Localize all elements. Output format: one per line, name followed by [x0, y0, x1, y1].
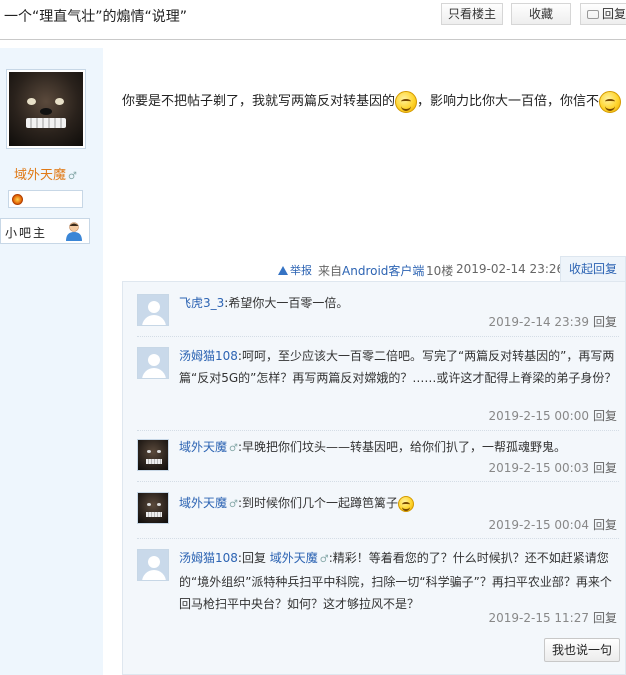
post-date: 2019-02-14 23:26 [456, 262, 565, 276]
comment-meta: 2019-2-15 00:03 回复 [488, 459, 617, 476]
smiley-icon [599, 90, 622, 113]
comment-body: :到时候你们几个一起蹲笆篱子 [237, 496, 399, 510]
only-op-button[interactable]: 只看楼主 [441, 3, 503, 25]
dog-avatar-image [9, 72, 83, 146]
comment-body: :呵呵，至少应该大一百零二倍吧。写完了“两篇反对转基因的”，再写两篇“反对5G的… [179, 349, 617, 385]
comment-author[interactable]: 域外天魔 [179, 440, 227, 454]
thread-title: 一个“理直气壮”的煽情“说理” [4, 9, 188, 25]
dog-avatar-icon[interactable] [137, 439, 169, 471]
author-role: 小吧主 [0, 218, 90, 244]
collapse-replies-button[interactable]: 收起回复 [560, 256, 626, 282]
say-something-button[interactable]: 我也说一句 [544, 638, 620, 662]
default-avatar-icon[interactable] [137, 294, 169, 326]
male-icon: ♂ [229, 443, 238, 454]
role-label: 小吧主 [5, 226, 48, 240]
collect-button[interactable]: 收藏 [511, 3, 571, 25]
post-text-part1: 你要是不把帖子剃了，我就写两篇反对转基因的 [122, 94, 396, 109]
comment-reply-link[interactable]: 回复 [593, 611, 617, 625]
comment-reply-link[interactable]: 回复 [593, 315, 617, 329]
client-prefix: 来自 [318, 264, 343, 278]
comment-meta: 2019-2-14 23:39 回复 [488, 313, 617, 330]
comment-text: 域外天魔 ♂:早晚把你们坟头——转基因吧，给你们扒了，一帮孤魂野鬼。 [179, 436, 619, 460]
comment-meta: 2019-2-15 00:00 回复 [488, 407, 617, 424]
client-source: 来自Android客户端 [318, 262, 424, 279]
comment-item: 汤姆猫108:回复 域外天魔 ♂:精彩！等着看您的了？什么时候扒？还不如赶紧请您的… [123, 539, 625, 631]
comment-time: 2019-2-15 00:04 [488, 518, 589, 532]
comment-item: 汤姆猫108:呵呵，至少应该大一百零二倍吧。写完了“两篇反对转基因的”，再写两篇… [123, 337, 625, 431]
comment-reply-link[interactable]: 回复 [593, 518, 617, 532]
comment-body: :希望你大一百零一倍。 [224, 296, 349, 310]
report-link[interactable]: 举报 [278, 262, 312, 278]
male-icon: ♂ [229, 499, 238, 510]
comment-meta: 2019-2-15 11:27 回复 [488, 609, 617, 626]
comment-time: 2019-2-14 23:39 [488, 315, 589, 329]
smiley-icon [398, 495, 415, 512]
comment-time: 2019-2-15 00:00 [488, 409, 589, 423]
author-sidebar: 域外天魔 ♂ 小吧主 [0, 48, 103, 675]
comments-panel: 飞虎3_3:希望你大一百零一倍。 2019-2-14 23:39 回复 汤姆猫10… [122, 281, 626, 675]
default-avatar-icon[interactable] [137, 347, 169, 379]
reply-button[interactable]: 回复 [580, 3, 626, 25]
comment-item: 飞虎3_3:希望你大一百零一倍。 2019-2-14 23:39 回复 [123, 282, 625, 337]
badge-icon [12, 194, 23, 205]
comment-text: 汤姆猫108:呵呵，至少应该大一百零二倍吧。写完了“两篇反对转基因的”，再写两篇… [179, 345, 619, 389]
reply-prefix: :回复 [237, 551, 270, 565]
male-icon: ♂ [68, 171, 77, 182]
male-icon: ♂ [319, 554, 329, 565]
floor-number: 10楼 [426, 264, 454, 278]
warning-icon [278, 266, 288, 275]
author-badge[interactable] [8, 190, 83, 208]
client-link[interactable]: Android客户端 [342, 264, 424, 278]
reply-to-user[interactable]: 域外天魔 [270, 551, 318, 565]
smiley-icon [395, 90, 418, 113]
report-label: 举报 [290, 264, 312, 277]
post-text-part2: ，影响力比你大一百倍，你信不 [417, 94, 600, 109]
author-name-text: 域外天魔 [14, 168, 67, 183]
comment-meta: 2019-2-15 00:04 回复 [488, 516, 617, 533]
comment-item: 域外天魔 ♂:到时候你们几个一起蹲笆篱子 2019-2-15 00:04 回复 [123, 482, 625, 539]
author-avatar[interactable] [6, 69, 86, 149]
comment-author[interactable]: 飞虎3_3 [179, 296, 224, 310]
post-content: 你要是不把帖子剃了，我就写两篇反对转基因的 ，影响力比你大一百倍，你信不 [122, 90, 622, 113]
reply-button-label: 回复 [602, 7, 626, 21]
comment-text: 汤姆猫108:回复 域外天魔 ♂:精彩！等着看您的了？什么时候扒？还不如赶紧请您的… [179, 547, 619, 615]
comment-time: 2019-2-15 00:03 [488, 461, 589, 475]
comment-text: 域外天魔 ♂:到时候你们几个一起蹲笆篱子 [179, 492, 619, 516]
comment-reply-link[interactable]: 回复 [593, 461, 617, 475]
default-avatar-icon[interactable] [137, 549, 169, 581]
comment-author[interactable]: 域外天魔 [179, 496, 227, 510]
comment-reply-link[interactable]: 回复 [593, 409, 617, 423]
comment-item: 域外天魔 ♂:早晚把你们坟头——转基因吧，给你们扒了，一帮孤魂野鬼。 2019-2… [123, 431, 625, 482]
author-name[interactable]: 域外天魔 ♂ [14, 164, 77, 183]
reply-icon [587, 10, 599, 19]
thread-header: 一个“理直气壮”的煽情“说理” 只看楼主 收藏 回复 [0, 0, 626, 40]
comment-author[interactable]: 汤姆猫108 [179, 551, 238, 565]
comment-time: 2019-2-15 11:27 [488, 611, 589, 625]
comment-author[interactable]: 汤姆猫108 [179, 349, 238, 363]
user-role-icon [66, 222, 82, 241]
comment-text: 飞虎3_3:希望你大一百零一倍。 [179, 292, 619, 314]
comment-body: :早晚把你们坟头——转基因吧，给你们扒了，一帮孤魂野鬼。 [237, 440, 567, 454]
dog-avatar-icon[interactable] [137, 492, 169, 524]
